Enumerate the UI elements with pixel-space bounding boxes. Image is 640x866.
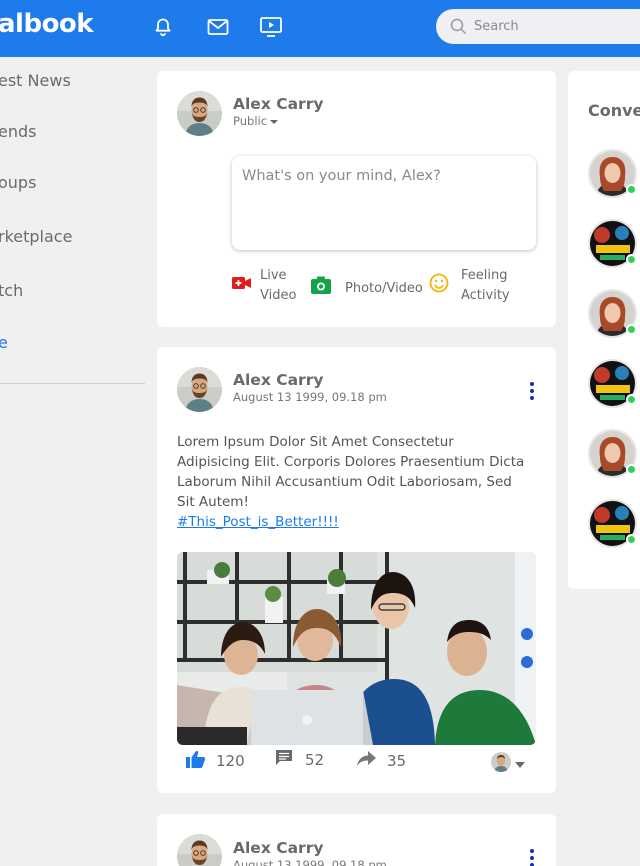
smiley-icon	[429, 273, 449, 300]
online-status-dot	[626, 254, 637, 265]
live-video-icon	[232, 275, 252, 298]
sidebar-item-friends[interactable]: ends	[0, 122, 36, 141]
post-photo[interactable]	[177, 552, 536, 745]
camera-icon	[311, 276, 331, 301]
reaction-audience-selector[interactable]	[491, 752, 525, 772]
post-author-name[interactable]: Alex Carry	[233, 371, 323, 389]
comment-button[interactable]: 52	[275, 749, 324, 771]
online-status-dot	[626, 394, 637, 405]
sidebar-item-latest-news[interactable]: est News	[0, 71, 71, 90]
post-timestamp: August 13 1999, 09.18 pm	[233, 858, 387, 866]
video-icon[interactable]	[257, 13, 285, 41]
caret-down-icon	[270, 114, 279, 128]
conversations-title: Conve	[588, 101, 640, 120]
privacy-selector[interactable]: Public	[233, 114, 279, 128]
comment-icon	[275, 749, 295, 771]
mail-icon[interactable]	[204, 13, 232, 41]
conversation-item[interactable]	[588, 359, 637, 408]
sidebar-item-watch[interactable]: tch	[0, 281, 23, 300]
post-card: Alex Carry August 13 1999, 09.18 pm Lore…	[157, 347, 556, 793]
avatar[interactable]	[177, 91, 222, 136]
feeling-activity-button[interactable]: Feeling Activity	[429, 266, 521, 306]
comment-count: 52	[305, 751, 325, 769]
privacy-label: Public	[233, 114, 268, 128]
brand-logo[interactable]: albook	[0, 9, 94, 39]
bell-icon[interactable]	[149, 13, 177, 41]
composer-user-name[interactable]: Alex Carry	[233, 95, 323, 113]
more-options-icon[interactable]	[529, 382, 535, 400]
caret-down-icon	[515, 753, 525, 772]
composer-input-box[interactable]	[232, 156, 536, 250]
sidebar-item-see-more[interactable]: e	[0, 333, 8, 352]
photo-video-label: Photo/Video	[345, 280, 423, 296]
avatar[interactable]	[177, 834, 222, 866]
share-arrow-icon	[357, 751, 377, 771]
sidebar-item-groups[interactable]: oups	[0, 173, 36, 192]
search-input[interactable]	[474, 9, 640, 44]
thumbs-up-icon	[186, 750, 206, 772]
mini-avatar	[491, 752, 511, 772]
online-status-dot	[626, 534, 637, 545]
feeling-activity-label: Feeling Activity	[461, 268, 510, 303]
post-body: Lorem Ipsum Dolor Sit Amet Consectetur A…	[177, 432, 527, 532]
like-count: 120	[216, 752, 245, 770]
sidebar-divider	[0, 383, 145, 384]
post-timestamp: August 13 1999, 09.18 pm	[233, 390, 387, 404]
search-bar[interactable]	[436, 9, 640, 44]
post-author-name[interactable]: Alex Carry	[233, 839, 323, 857]
conversation-item[interactable]	[588, 499, 637, 548]
post-text: Lorem Ipsum Dolor Sit Amet Consectetur A…	[177, 434, 525, 510]
sidebar-item-marketplace[interactable]: rketplace	[0, 227, 72, 246]
avatar[interactable]	[177, 367, 222, 412]
share-count: 35	[387, 752, 407, 770]
conversation-item[interactable]	[588, 219, 637, 268]
share-button[interactable]: 35	[357, 751, 406, 771]
like-button[interactable]: 120	[186, 750, 245, 772]
conversation-item[interactable]	[588, 289, 637, 338]
live-video-label: Live Video	[260, 268, 297, 303]
photo-video-button[interactable]: Photo/Video	[311, 276, 423, 301]
conversations-panel: Conve	[568, 71, 640, 589]
more-options-icon[interactable]	[529, 849, 535, 866]
live-video-button[interactable]: Live Video	[232, 266, 304, 306]
top-navbar: albook	[0, 0, 640, 57]
online-status-dot	[626, 464, 637, 475]
search-icon	[450, 18, 467, 39]
online-status-dot	[626, 184, 637, 195]
online-status-dot	[626, 324, 637, 335]
conversation-item[interactable]	[588, 149, 637, 198]
post-hashtag-link[interactable]: #This_Post_is_Better!!!!	[177, 514, 339, 530]
post-card: Alex Carry August 13 1999, 09.18 pm	[157, 814, 556, 866]
post-composer-card: Alex Carry Public Live Video Photo/Video…	[157, 71, 556, 327]
conversation-item[interactable]	[588, 429, 637, 478]
composer-input[interactable]	[242, 168, 522, 238]
